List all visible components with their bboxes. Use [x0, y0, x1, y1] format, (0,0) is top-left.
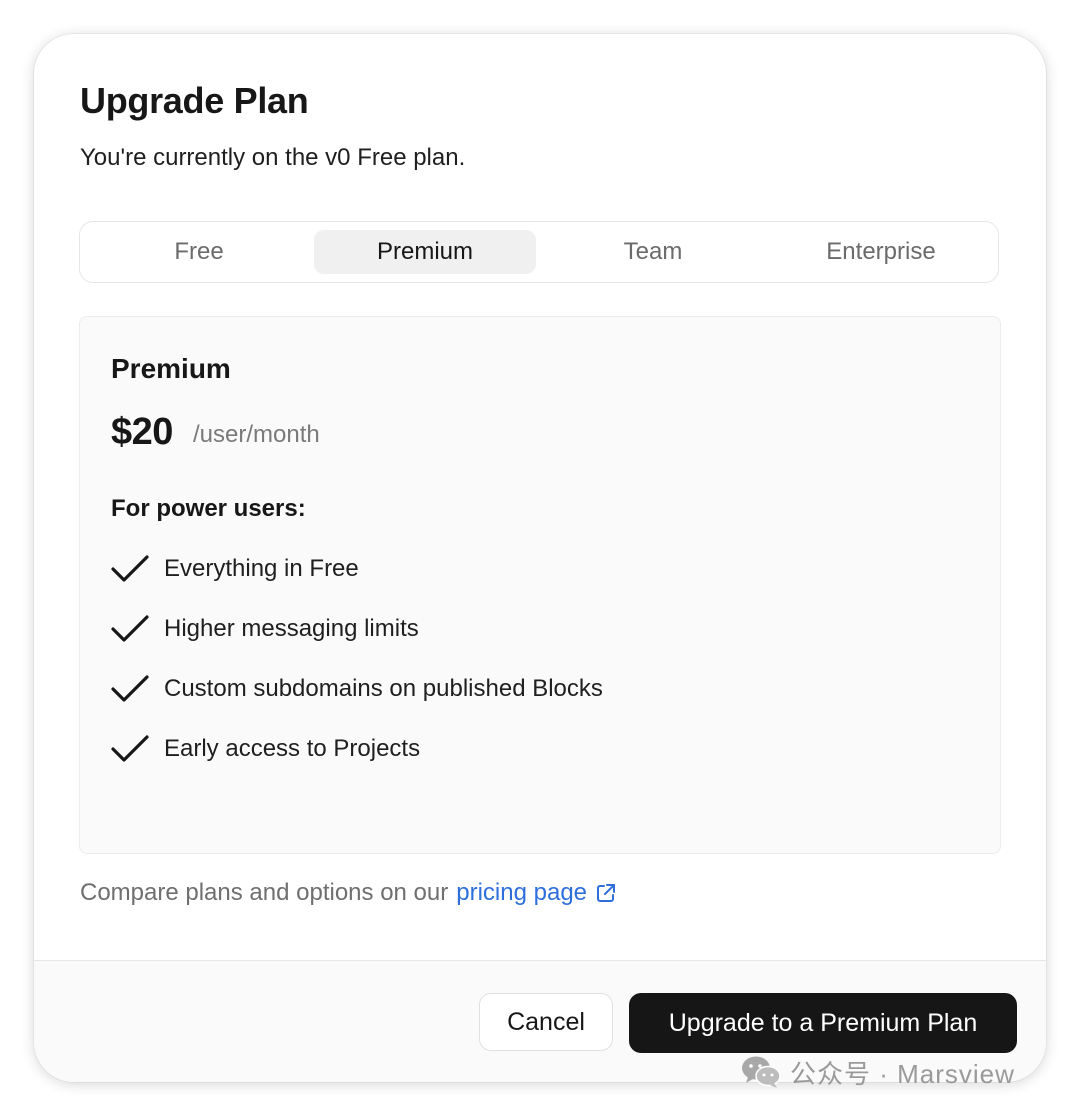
- external-link-icon[interactable]: [595, 882, 617, 904]
- plan-tabs: Free Premium Team Enterprise: [79, 221, 999, 283]
- wechat-icon: [742, 1056, 781, 1088]
- feature-label: Custom subdomains on published Blocks: [164, 675, 603, 702]
- feature-item: Early access to Projects: [111, 729, 420, 769]
- feature-label: Everything in Free: [164, 555, 359, 582]
- checkmark-icon: [111, 555, 149, 582]
- page: Upgrade Plan You're currently on the v0 …: [0, 0, 1080, 1116]
- plan-price-unit: /user/month: [193, 421, 320, 448]
- feature-item: Everything in Free: [111, 549, 359, 589]
- compare-text: Compare plans and options on our: [80, 879, 449, 906]
- upgrade-button[interactable]: Upgrade to a Premium Plan: [629, 993, 1017, 1053]
- compare-plans-note: Compare plans and options on our pricing…: [80, 879, 617, 907]
- pricing-page-link[interactable]: pricing page: [456, 879, 587, 907]
- tab-premium[interactable]: Premium: [314, 230, 536, 274]
- upgrade-plan-dialog: Upgrade Plan You're currently on the v0 …: [34, 34, 1046, 1082]
- checkmark-icon: [111, 735, 149, 762]
- plan-price: $20: [111, 411, 173, 453]
- checkmark-icon: [111, 675, 149, 702]
- tab-free[interactable]: Free: [88, 230, 310, 274]
- plan-name: Premium: [111, 353, 231, 384]
- tab-enterprise[interactable]: Enterprise: [770, 230, 992, 274]
- dialog-subtitle: You're currently on the v0 Free plan.: [80, 144, 466, 171]
- plan-details-card: Premium $20 /user/month For power users:…: [79, 316, 1001, 854]
- feature-item: Custom subdomains on published Blocks: [111, 669, 603, 709]
- watermark: 公众号 · Marsview: [740, 1052, 1046, 1092]
- tab-team[interactable]: Team: [542, 230, 764, 274]
- feature-item: Higher messaging limits: [111, 609, 419, 649]
- feature-label: Early access to Projects: [164, 735, 421, 762]
- feature-label: Higher messaging limits: [164, 615, 419, 642]
- cancel-button[interactable]: Cancel: [479, 993, 613, 1051]
- features-heading: For power users:: [111, 495, 306, 522]
- watermark-text: 公众号 · Marsview: [790, 1058, 1015, 1089]
- dialog-title: Upgrade Plan: [80, 80, 309, 121]
- checkmark-icon: [111, 615, 149, 642]
